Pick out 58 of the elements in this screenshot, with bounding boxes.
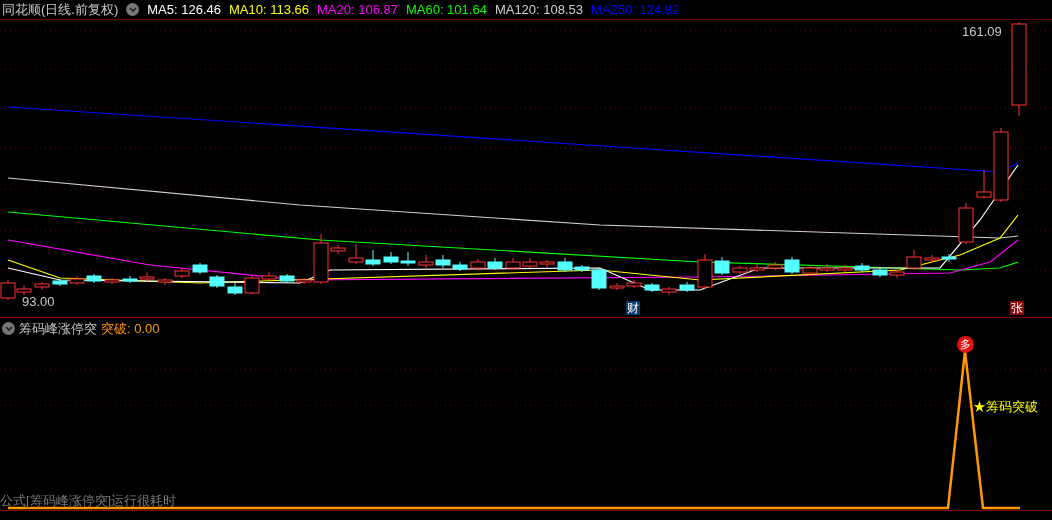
indicator-name: 筹码峰涨停突 <box>19 320 97 338</box>
candlestick <box>174 267 190 279</box>
moving-average-label: MA10: 113.66 <box>229 0 309 19</box>
moving-average-label: MA20: 106.87 <box>317 0 398 19</box>
candlestick <box>192 262 208 275</box>
candlestick <box>609 282 625 291</box>
signal-badge: 多 <box>957 336 974 353</box>
candlestick <box>139 271 155 282</box>
candlestick <box>837 264 853 273</box>
candlestick <box>209 274 225 289</box>
candlestick <box>505 257 521 271</box>
candlestick <box>418 254 434 269</box>
candlestick <box>924 254 940 263</box>
event-marker[interactable]: 财 <box>626 301 640 315</box>
candlestick <box>348 243 364 265</box>
chart-title: 同花顺(日线.前复权) <box>2 0 119 19</box>
indicator-value: 突破: 0.00 <box>101 320 160 338</box>
candlestick <box>819 263 835 273</box>
candlestick <box>958 202 974 245</box>
candlestick <box>941 253 957 263</box>
candlestick <box>227 282 243 296</box>
candlestick <box>522 257 538 269</box>
candlestick <box>34 281 50 291</box>
candlestick <box>279 273 295 284</box>
candlestick <box>872 266 888 278</box>
candlestick <box>679 281 695 293</box>
candlestick <box>435 254 451 269</box>
event-marker[interactable]: 张 <box>1010 301 1024 315</box>
signal-label: ★筹码突破 <box>973 398 1038 416</box>
candlestick <box>452 261 468 272</box>
candlestick <box>104 277 120 285</box>
price-high-label: 161.09 <box>962 23 1002 41</box>
candlestick <box>400 251 416 267</box>
moving-average-label: MA60: 101.64 <box>405 0 487 19</box>
candlestick <box>365 249 381 267</box>
collapse-icon[interactable] <box>2 322 15 336</box>
moving-average-label: MA5: 126.46 <box>147 0 221 19</box>
candlestick <box>383 251 399 265</box>
candlestick <box>626 279 642 289</box>
collapse-icon[interactable] <box>126 3 140 16</box>
candlestick <box>122 275 138 284</box>
candlestick <box>157 277 173 286</box>
price-low-label: 93.00 <box>22 293 55 311</box>
candlestick <box>487 257 503 271</box>
candlestick <box>470 258 486 272</box>
candlestick <box>661 286 677 296</box>
candlestick <box>732 265 748 275</box>
candlestick <box>86 273 102 284</box>
candlestick <box>854 262 870 273</box>
moving-average-label: MA250: 124.82 <box>591 0 680 19</box>
candlestick <box>539 259 555 268</box>
candlestick <box>52 278 68 287</box>
candlestick <box>69 275 85 286</box>
moving-average-label: MA120: 108.53 <box>494 0 584 19</box>
candlestick <box>644 282 660 293</box>
formula-warning: 公式[筹码峰涨停突]运行很耗时 <box>0 494 177 508</box>
candlestick <box>802 264 818 277</box>
candlestick <box>749 263 765 273</box>
